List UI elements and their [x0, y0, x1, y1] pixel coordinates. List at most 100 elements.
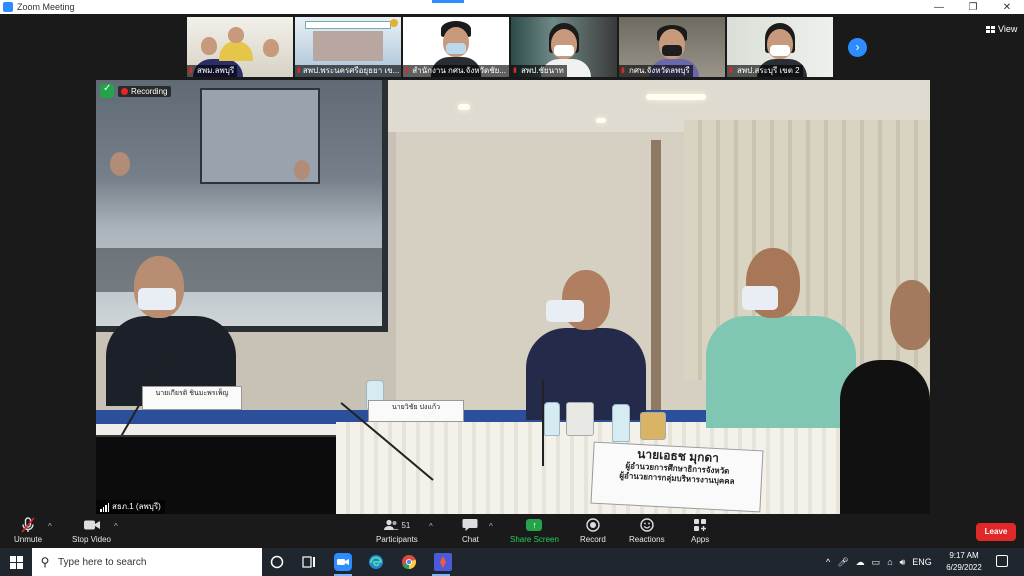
view-button[interactable]: View	[986, 24, 1017, 34]
pinned-app-icon[interactable]	[432, 553, 454, 576]
show-hidden-icons-caret-icon[interactable]: ^	[826, 557, 830, 567]
gallery-strip: ▮ สพม.ลพบุรี ▮ สพป.พระนครศรีอยุธยา เข... ▮…	[187, 17, 833, 77]
share-screen-label: Share Screen	[510, 535, 559, 544]
meeting-controls: Unmute ^ Stop Video ^ 51 Participants ^ …	[0, 514, 1024, 548]
recording-indicator: Recording	[100, 83, 172, 98]
taskbar-clock[interactable]: 9:17 AM 6/29/2022	[942, 550, 986, 574]
battery-icon[interactable]: ▭	[872, 557, 881, 568]
notification-center-icon[interactable]	[996, 555, 1008, 567]
zoom-app-icon	[3, 2, 13, 12]
face-mask	[662, 45, 682, 56]
participant-tile[interactable]: ▮ สพป.ชัยนาท	[511, 17, 617, 77]
title-accent-bar	[432, 0, 464, 3]
projected-person	[110, 152, 130, 176]
minimize-button[interactable]: —	[922, 0, 956, 14]
record-button[interactable]: Record	[580, 517, 606, 544]
tile-name-label: กศน.จังหวัดลพบุรี	[629, 66, 690, 75]
participant-person	[706, 248, 856, 428]
apps-label: Apps	[691, 535, 710, 544]
network-icon[interactable]: ⌂	[887, 557, 892, 567]
participants-label: Participants	[376, 535, 418, 544]
task-view-icon[interactable]	[300, 553, 318, 571]
stop-video-button[interactable]: Stop Video	[72, 517, 111, 544]
water-bottle	[544, 402, 560, 436]
tile-name-label: สพป.สระบุรี เขต 2	[737, 66, 800, 75]
tile-name: ▮ สพป.สระบุรี เขต 2	[727, 65, 803, 77]
system-tray: ^ 🎤︎ ☁︎ ▭ ⌂ 🔊︎ ENG	[826, 548, 932, 576]
chrome-browser-icon[interactable]	[400, 553, 418, 571]
window-titlebar: Zoom Meeting — ❐ ✕	[0, 0, 1024, 14]
recording-label: Recording	[131, 86, 168, 96]
view-label: View	[998, 24, 1018, 34]
recording-pill[interactable]: Recording	[118, 85, 172, 97]
slide-banner	[305, 21, 391, 29]
video-options-caret-icon[interactable]: ^	[114, 522, 118, 531]
input-language-indicator[interactable]: ENG	[912, 557, 932, 567]
chat-button[interactable]: Chat	[462, 517, 479, 544]
participant-person	[526, 270, 646, 420]
audio-options-caret-icon[interactable]: ^	[48, 522, 52, 531]
meeting-area: ▮ สพม.ลพบุรี ▮ สพป.พระนครศรีอยุธยา เข... ▮…	[0, 14, 1024, 514]
clock-date: 6/29/2022	[946, 563, 982, 572]
participant-person	[106, 256, 236, 406]
participants-button[interactable]: 51 Participants	[376, 517, 418, 544]
apps-grid-icon	[693, 517, 707, 533]
muted-microphone-icon	[21, 517, 35, 533]
chat-label: Chat	[462, 535, 479, 544]
view-grid-icon	[986, 25, 995, 33]
participant-tile[interactable]: ▮ สพป.พระนครศรีอยุธยา เข...	[295, 17, 401, 77]
onedrive-cloud-icon[interactable]: ☁︎	[856, 557, 865, 568]
taskbar-search[interactable]: ⚲ Type here to search	[32, 548, 262, 576]
close-button[interactable]: ✕	[990, 0, 1024, 14]
muted-mic-icon: ▮	[621, 67, 625, 74]
stop-video-label: Stop Video	[72, 535, 111, 544]
apps-button[interactable]: Apps	[691, 517, 709, 544]
chat-bubble-icon	[462, 517, 478, 533]
security-shield-icon[interactable]	[100, 83, 114, 98]
face-mask	[138, 288, 176, 310]
edge-browser-icon[interactable]	[367, 553, 385, 571]
face-mask	[446, 43, 466, 54]
recording-dot-icon	[121, 87, 128, 95]
window-title: Zoom Meeting	[17, 2, 75, 12]
tile-name: ▮ สพป.พระนครศรีอยุธยา เข...	[295, 65, 401, 77]
signal-bars-icon	[100, 502, 109, 512]
slide-photo	[313, 31, 383, 61]
video-camera-icon	[83, 517, 101, 533]
projected-person	[294, 160, 310, 180]
share-screen-button[interactable]: ↑ Share Screen	[510, 517, 559, 544]
muted-mic-icon: ▮	[513, 67, 517, 74]
zoom-taskbar-icon[interactable]	[334, 553, 352, 576]
participant-tile[interactable]: ▮ สพม.ลพบุรี	[187, 17, 293, 77]
participant-tile[interactable]: ▮ สพป.สระบุรี เขต 2	[727, 17, 833, 77]
face-mask	[770, 45, 790, 56]
tea-cup	[566, 402, 594, 436]
participants-icon: 51	[383, 517, 410, 533]
muted-mic-icon: ▮	[297, 67, 301, 74]
search-placeholder: Type here to search	[58, 556, 147, 568]
participant-tile[interactable]: ▮ สำนักงาน กศน.จังหวัดชัย...	[403, 17, 509, 77]
participant-tile[interactable]: ▮ กศน.จังหวัดลพบุรี	[619, 17, 725, 77]
microphone-tray-icon[interactable]: 🎤︎	[837, 557, 848, 568]
room-pillar	[651, 140, 661, 410]
leave-button[interactable]: Leave	[976, 523, 1016, 541]
tile-name: ▮ สพป.ชัยนาท	[511, 65, 567, 77]
windows-taskbar: ⚲ Type here to search ^ 🎤︎ ☁︎ ▭ ⌂ 🔊︎ ENG…	[0, 548, 1024, 576]
chat-caret-icon[interactable]: ^	[489, 522, 493, 531]
shirt-body	[706, 316, 856, 428]
start-button[interactable]	[0, 548, 32, 576]
next-page-arrow-icon[interactable]: ›	[848, 38, 867, 57]
cortana-circle-icon[interactable]	[268, 553, 286, 571]
reactions-button[interactable]: Reactions	[629, 517, 665, 544]
muted-mic-icon: ▮	[405, 67, 409, 74]
face-mask	[742, 286, 778, 310]
volume-icon[interactable]: 🔊︎	[900, 557, 906, 568]
water-bottle	[612, 404, 630, 442]
nameplate-left: นายเกียรติ ชินมะพรเพ็ญ	[142, 386, 242, 410]
participants-caret-icon[interactable]: ^	[429, 522, 433, 531]
restore-button[interactable]: ❐	[956, 0, 990, 14]
unmute-button[interactable]: Unmute	[14, 517, 42, 544]
logo-icon	[390, 19, 398, 27]
share-screen-icon: ↑	[526, 517, 543, 533]
nameplate-center: นายวิชัย ปงแก้ว	[368, 400, 464, 422]
